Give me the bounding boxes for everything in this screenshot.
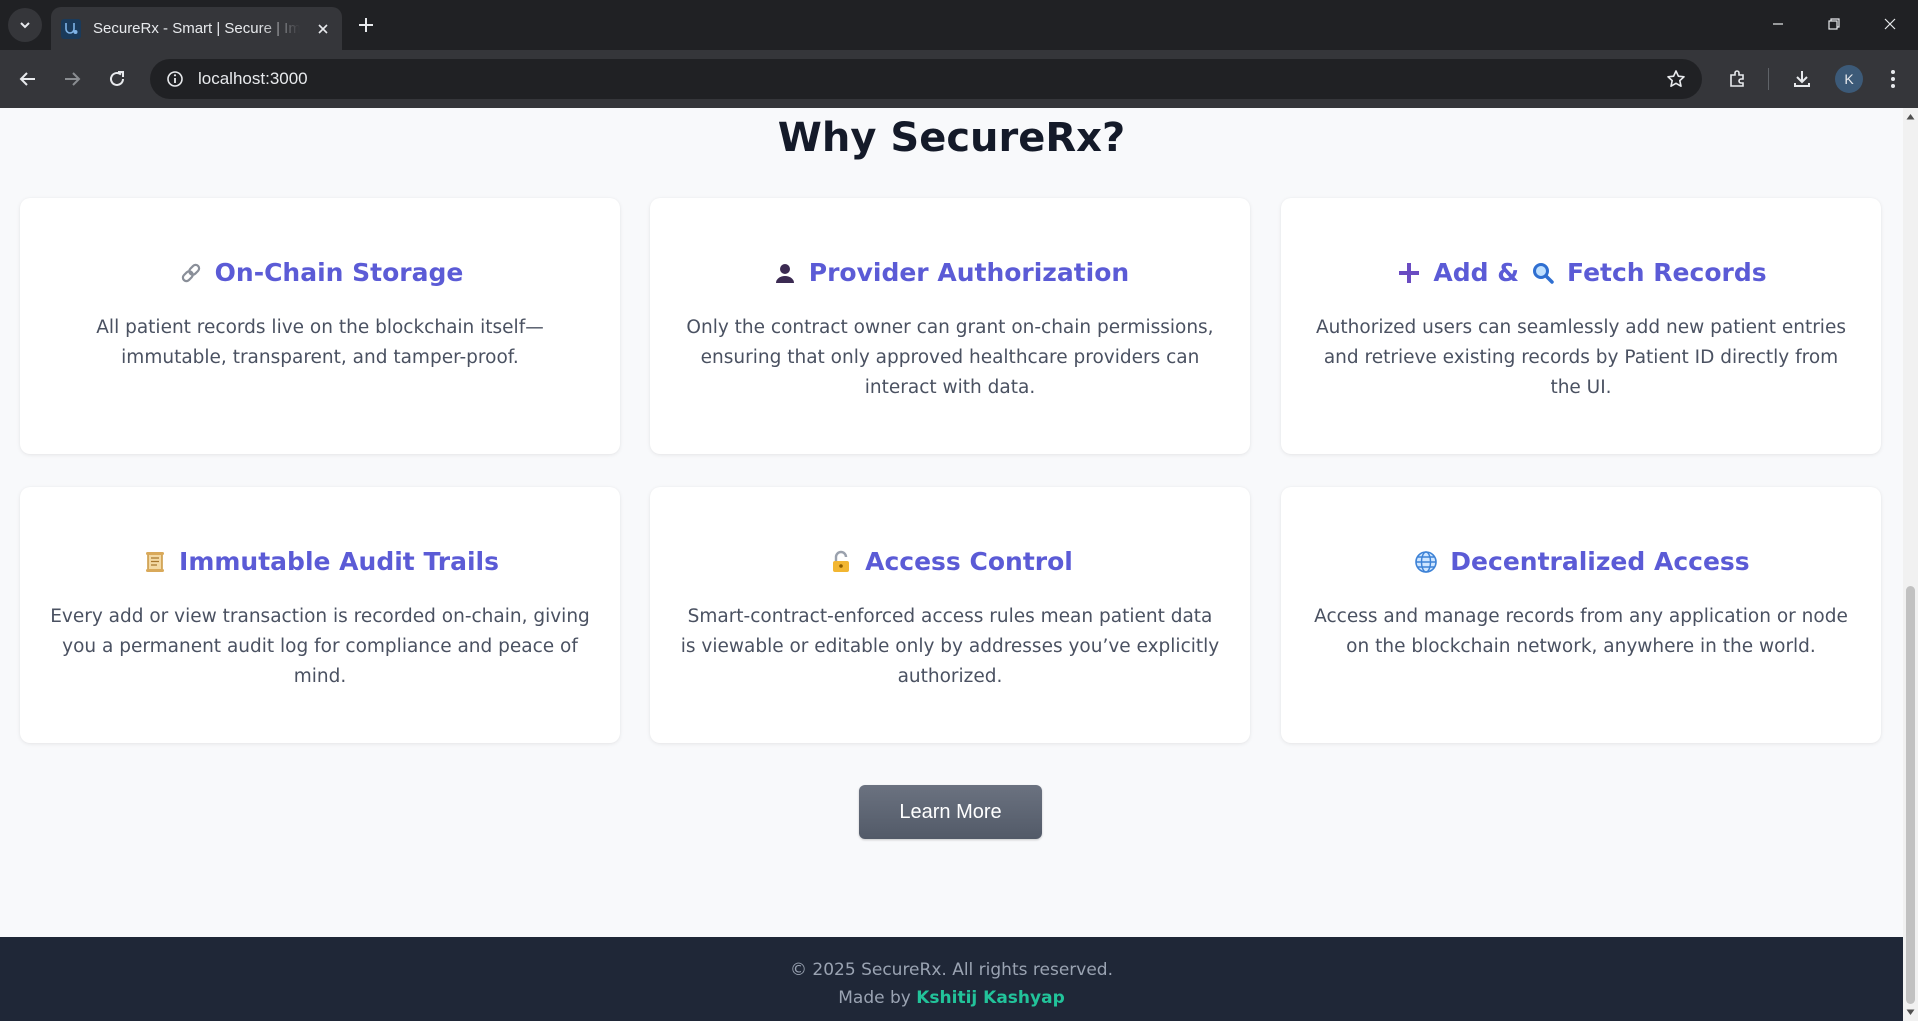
feature-card-on-chain-storage: On-Chain Storage All patient records liv… bbox=[20, 198, 620, 454]
download-icon[interactable] bbox=[1786, 63, 1818, 95]
card-description: Smart-contract-enforced access rules mea… bbox=[680, 606, 1220, 687]
toolbar-divider bbox=[1768, 68, 1769, 90]
card-title-text: Provider Authorization bbox=[808, 258, 1130, 287]
card-title: On-Chain Storage bbox=[20, 258, 620, 287]
lock-icon bbox=[827, 548, 855, 576]
minimize-button[interactable] bbox=[1750, 0, 1806, 48]
url-text: localhost:3000 bbox=[198, 69, 308, 88]
close-tab-icon[interactable] bbox=[314, 20, 332, 38]
learn-more-button[interactable]: Learn More bbox=[859, 785, 1042, 839]
feature-card-immutable-audit-trails: Immutable Audit Trails Every add or view… bbox=[20, 487, 620, 743]
card-title-text: Access Control bbox=[865, 547, 1073, 576]
card-description: Only the contract owner can grant on-cha… bbox=[686, 317, 1214, 398]
arrow-left-icon bbox=[19, 72, 35, 86]
tab-title: SecureRx - Smart | Secure | Immutable bbox=[93, 20, 300, 37]
bust-icon bbox=[771, 259, 799, 287]
page-viewport: Why SecureRx? On-Chain Storage All patie… bbox=[0, 108, 1903, 1021]
card-description: Authorized users can seamlessly add new … bbox=[1316, 317, 1846, 398]
scroll-icon bbox=[141, 548, 169, 576]
card-description: Access and manage records from any appli… bbox=[1314, 606, 1848, 657]
reload-icon bbox=[110, 71, 124, 86]
browser-tab[interactable]: SecureRx - Smart | Secure | Immutable bbox=[51, 7, 342, 50]
feature-card-provider-authorization: Provider Authorization Only the contract… bbox=[650, 198, 1250, 454]
made-by-prefix: Made by bbox=[838, 988, 911, 1008]
restore-icon bbox=[1828, 18, 1840, 30]
card-description: Every add or view transaction is recorde… bbox=[50, 606, 590, 687]
plus-icon bbox=[1395, 259, 1423, 287]
card-title-text: On-Chain Storage bbox=[214, 258, 464, 287]
card-description: All patient records live on the blockcha… bbox=[96, 317, 544, 368]
restore-button[interactable] bbox=[1806, 0, 1862, 48]
card-title-text-part2: Fetch Records bbox=[1567, 258, 1767, 287]
site-info-icon[interactable] bbox=[162, 66, 188, 92]
globe-icon bbox=[1412, 548, 1440, 576]
made-by-line: Made by Kshitij Kashyap bbox=[0, 988, 1903, 1008]
extensions-puzzle-icon[interactable] bbox=[1721, 63, 1753, 95]
tab-search-button[interactable] bbox=[8, 8, 42, 42]
arrow-right-icon bbox=[65, 72, 81, 86]
copyright-text: © 2025 SecureRx. All rights reserved. bbox=[790, 960, 1113, 980]
bookmark-star-icon[interactable] bbox=[1664, 67, 1688, 91]
address-bar[interactable]: localhost:3000 bbox=[150, 59, 1702, 99]
section-heading: Why SecureRx? bbox=[777, 115, 1126, 161]
scrollbar-thumb[interactable] bbox=[1906, 586, 1915, 1004]
card-title: Access Control bbox=[650, 547, 1250, 576]
forward-button[interactable] bbox=[56, 63, 88, 95]
magnifier-icon bbox=[1529, 259, 1557, 287]
card-title: Decentralized Access bbox=[1281, 547, 1881, 576]
feature-card-decentralized-access: Decentralized Access Access and manage r… bbox=[1281, 487, 1881, 743]
scroll-down-arrow-icon[interactable] bbox=[1905, 1007, 1916, 1018]
card-title: Add & Fetch Records bbox=[1281, 258, 1881, 287]
new-tab-button[interactable] bbox=[351, 10, 381, 40]
card-title: Immutable Audit Trails bbox=[20, 547, 620, 576]
plus-icon bbox=[359, 18, 373, 32]
kebab-menu-icon[interactable] bbox=[1877, 63, 1909, 95]
tab-strip: SecureRx - Smart | Secure | Immutable bbox=[0, 0, 1918, 50]
card-title-text: Immutable Audit Trails bbox=[179, 547, 499, 576]
feature-card-access-control: Access Control Smart-contract-enforced a… bbox=[650, 487, 1250, 743]
profile-avatar[interactable]: K bbox=[1835, 65, 1863, 93]
link-icon bbox=[177, 259, 205, 287]
feature-card-add-fetch-records: Add & Fetch Records Authorized users can… bbox=[1281, 198, 1881, 454]
back-button[interactable] bbox=[12, 63, 44, 95]
card-title-text: Decentralized Access bbox=[1450, 547, 1750, 576]
minimize-icon bbox=[1773, 23, 1783, 25]
scroll-up-arrow-icon[interactable] bbox=[1905, 111, 1916, 122]
close-icon bbox=[1884, 18, 1896, 30]
page-scrollbar[interactable] bbox=[1903, 108, 1918, 1021]
author-link[interactable]: Kshitij Kashyap bbox=[916, 988, 1065, 1008]
close-window-button[interactable] bbox=[1862, 0, 1918, 48]
securerx-favicon-icon bbox=[61, 18, 81, 39]
chevron-down-icon bbox=[20, 22, 30, 29]
card-title: Provider Authorization bbox=[650, 258, 1250, 287]
card-title-text-part1: Add & bbox=[1433, 258, 1520, 287]
page-footer: © 2025 SecureRx. All rights reserved. Ma… bbox=[0, 937, 1903, 1021]
reload-button[interactable] bbox=[101, 63, 133, 95]
